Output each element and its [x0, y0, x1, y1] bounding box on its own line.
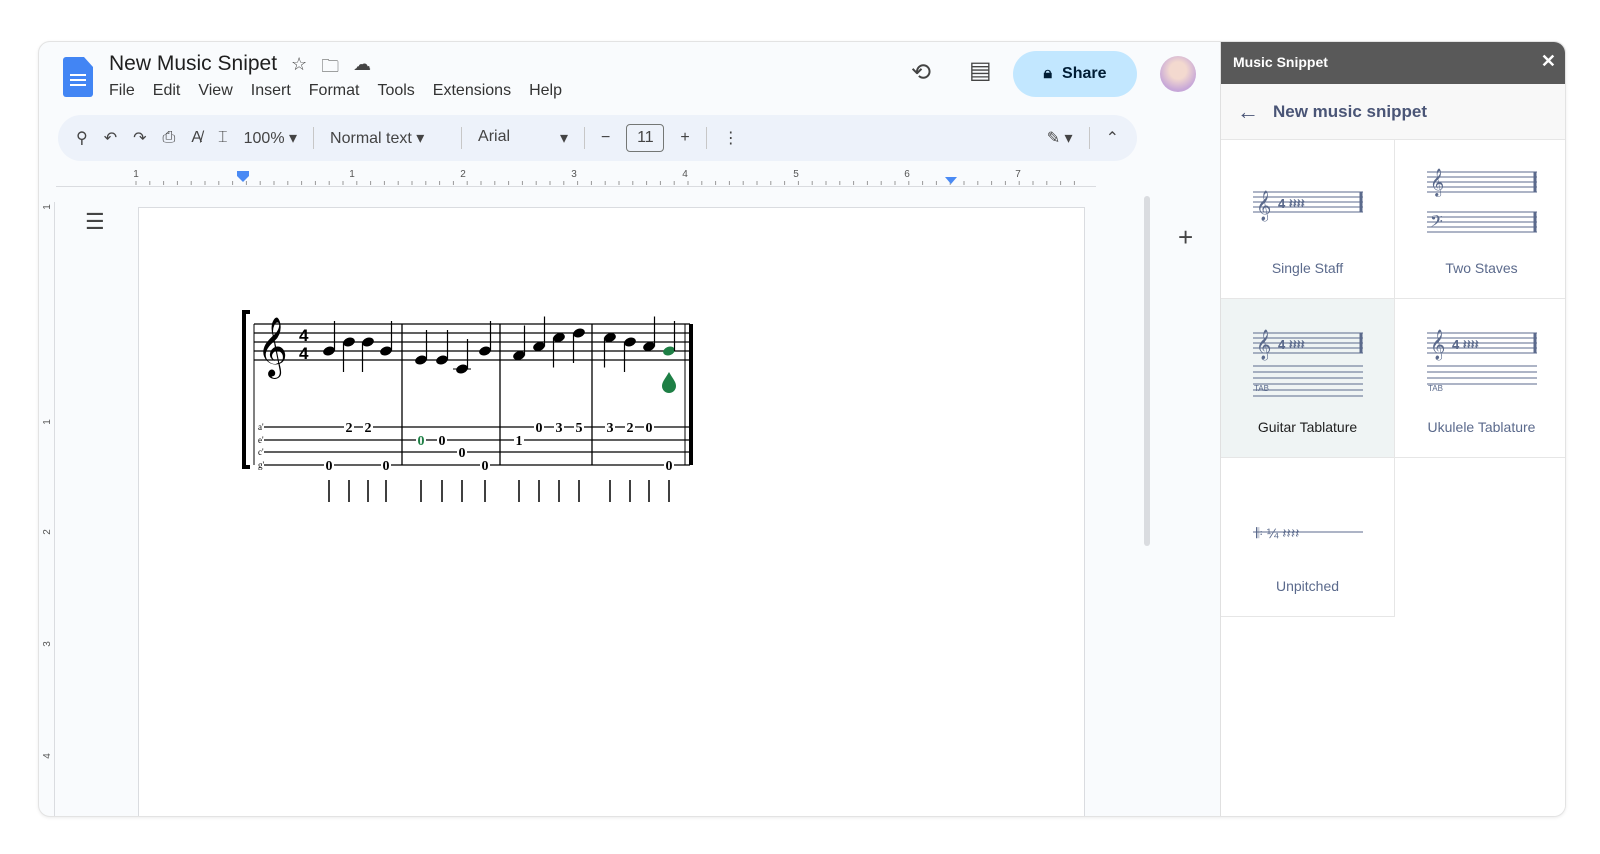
clef: 𝄞 — [1256, 329, 1271, 361]
template-single-staff[interactable]: 𝄞 4 𝄽𝄽𝄽𝄽 Single Staff — [1221, 140, 1395, 299]
template-unpitched[interactable]: 𝄆 ¼ 𝄽𝄽𝄽𝄽 Unpitched — [1221, 458, 1395, 617]
rests: 𝄆 ¼ 𝄽𝄽𝄽𝄽 — [1256, 525, 1299, 541]
clef: 𝄞 — [1430, 169, 1444, 197]
tab-fret-number: 0 — [482, 459, 489, 474]
tab-fret-number: 0 — [646, 421, 653, 436]
template-label: Guitar Tablature — [1257, 419, 1358, 435]
tab-label: TAB — [1254, 384, 1269, 393]
template-label: Unpitched — [1275, 578, 1340, 594]
template-two-staves[interactable]: 𝄞 𝄢 Two Staves — [1395, 140, 1565, 299]
ruler-label: 1 — [42, 419, 53, 425]
time-signature: 4 𝄽𝄽𝄽𝄽 — [1278, 196, 1305, 211]
template-preview-icon: 𝄞 4 𝄽𝄽𝄽𝄽 TAB — [1427, 329, 1537, 393]
tab-fret-number: 2 — [365, 421, 372, 436]
tab-fret-number: 0 — [418, 434, 425, 449]
collapse-menus-icon[interactable]: ⌃ — [1106, 128, 1119, 148]
system-bracket — [242, 310, 250, 469]
template-preview-icon: 𝄞𝄢 — [1427, 169, 1537, 235]
share-label: Share — [1062, 65, 1107, 82]
panel-subtitle: New music snippet — [1273, 101, 1427, 121]
tab-fret-number: 0 — [439, 434, 446, 449]
cursor-drop-icon — [662, 372, 676, 393]
panel-header: Music Snippet ✕ — [1221, 42, 1565, 84]
tab-label: TAB — [1428, 384, 1443, 393]
ruler-label: 7 — [1015, 169, 1021, 180]
panel-title: Music Snippet — [1233, 54, 1328, 70]
docs-window: New Music Snipet ☆ 🗀 ☁ File Edit View In… — [38, 41, 1566, 817]
tab-fret-number: 0 — [459, 446, 466, 461]
tab-fret-number: 3 — [556, 421, 563, 436]
tab-fret-number: 2 — [346, 421, 353, 436]
ruler-label: 4 — [42, 753, 53, 759]
avatar[interactable] — [1160, 56, 1196, 92]
editing-mode-icon[interactable]: ✎ ▾ — [1047, 128, 1073, 148]
time-signature-top: 4 — [299, 326, 309, 345]
comments-icon[interactable]: ▤ — [969, 56, 992, 85]
template-label: Single Staff — [1271, 260, 1344, 276]
tab-fret-number: 1 — [516, 434, 523, 449]
template-label: Ukulele Tablature — [1427, 419, 1536, 435]
clef: 𝄢 — [1430, 213, 1443, 235]
share-button[interactable]: 🔒︎ Share — [1013, 51, 1137, 97]
tab-string-label: e' — [258, 435, 264, 445]
lock-icon: 🔒︎ — [1043, 65, 1053, 82]
clef: 𝄞 — [1430, 329, 1445, 361]
ruler-label: 2 — [42, 529, 53, 535]
music-snippet[interactable]: 𝄞 44a'e'c'g' 02 200 00010 3 5 3 2 00 — [38, 41, 949, 502]
template-preview-icon: 𝄆 ¼ 𝄽𝄽𝄽𝄽 — [1253, 525, 1363, 541]
template-ukulele-tablature[interactable]: 𝄞 4 𝄽𝄽𝄽𝄽 TAB Ukulele Tablature — [1395, 299, 1565, 458]
document-page[interactable]: 𝄞 4 4 a' e' c' g' 0 2 2 0 0 0 0 0 1 0 3 5 3 2 0 0 — [138, 207, 1085, 816]
add-icon[interactable]: + — [1178, 222, 1193, 253]
tab-fret-number: 0 — [666, 459, 673, 474]
template-preview-icon: 𝄞 4 𝄽𝄽𝄽𝄽 — [1253, 190, 1363, 222]
close-icon[interactable]: ✕ — [1541, 51, 1556, 72]
tab-fret-number: 5 — [576, 421, 583, 436]
tab-fret-number: 2 — [627, 421, 634, 436]
time-signature: 4 𝄽𝄽𝄽𝄽 — [1452, 337, 1479, 352]
template-preview-icon: 𝄞 4 𝄽𝄽𝄽𝄽 TAB — [1253, 329, 1363, 397]
tab-fret-number: 3 — [607, 421, 614, 436]
panel-subheader: ← New music snippet — [1221, 84, 1565, 140]
template-label: Two Staves — [1445, 260, 1518, 276]
treble-clef-icon: 𝄞 — [257, 317, 288, 379]
divider — [1088, 127, 1090, 149]
tab-fret-number: 0 — [536, 421, 543, 436]
back-arrow-icon[interactable]: ← — [1237, 99, 1259, 125]
tab-string-label: g' — [258, 460, 265, 470]
tab-fret-number: 0 — [383, 459, 390, 474]
tab-fret-number: 0 — [326, 459, 333, 474]
tab-string-label: a' — [258, 422, 264, 432]
template-guitar-tablature[interactable]: 𝄞 4 𝄽𝄽𝄽𝄽 TAB Guitar Tablature — [1221, 299, 1395, 458]
scrollbar[interactable] — [1144, 196, 1150, 546]
time-signature-bottom: 4 — [299, 344, 309, 363]
clef: 𝄞 — [1256, 190, 1271, 222]
tab-string-label: c' — [258, 447, 264, 457]
ruler-label: 3 — [42, 641, 53, 647]
time-signature: 4 𝄽𝄽𝄽𝄽 — [1278, 337, 1305, 352]
music-snippet-panel: Music Snippet ✕ ← New music snippet 𝄞 4 𝄽𝄽… — [1220, 42, 1565, 816]
